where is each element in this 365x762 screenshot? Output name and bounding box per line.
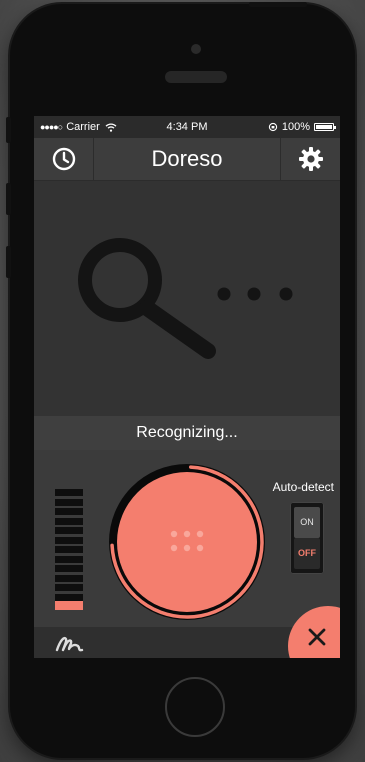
app-screen: ●●●●○ Carrier 4:34 PM 100% Doreso Recogn… (34, 116, 340, 658)
level-segment (55, 593, 83, 601)
history-button[interactable] (34, 138, 93, 180)
recognition-viewport (34, 181, 340, 416)
battery-icon (314, 123, 336, 131)
record-button[interactable] (102, 457, 272, 627)
orientation-lock-icon (268, 122, 278, 132)
gear-icon (298, 147, 323, 171)
earpiece-speaker (165, 71, 227, 83)
home-button[interactable] (165, 677, 225, 737)
power-button (249, 2, 307, 7)
audio-level-meter (55, 486, 83, 610)
control-panel: Auto-detect ON OFF (34, 450, 340, 627)
level-segment (55, 574, 83, 582)
recognition-status: Recognizing... (34, 416, 340, 450)
auto-detect-label: Auto-detect (272, 480, 334, 494)
clock-icon (52, 147, 75, 171)
volume-up-button (6, 183, 11, 215)
front-camera (191, 44, 201, 54)
level-segment (55, 508, 83, 515)
level-segment (55, 498, 83, 506)
loading-dot (279, 287, 293, 301)
level-segment (55, 546, 83, 553)
status-right: 100% (268, 121, 336, 133)
doreso-logo-icon (55, 636, 84, 652)
level-segment (55, 584, 83, 591)
level-segment (55, 527, 83, 534)
loading-dot (247, 287, 261, 301)
level-segment (55, 489, 83, 496)
level-segment (55, 555, 83, 563)
mute-switch (6, 117, 11, 143)
app-header: Doreso (34, 138, 340, 181)
level-segment (55, 565, 83, 572)
volume-down-button (6, 246, 11, 278)
battery-percent: 100% (281, 121, 310, 133)
app-title: Doreso (151, 146, 223, 171)
level-segment (55, 517, 83, 525)
switch-off-option[interactable]: OFF (294, 538, 320, 569)
auto-detect-switch[interactable]: ON OFF (290, 502, 324, 574)
magnifier-icon (78, 238, 293, 359)
switch-on-option[interactable]: ON (294, 507, 320, 538)
level-segment (55, 536, 83, 544)
close-icon[interactable] (305, 625, 329, 649)
level-segment (55, 600, 83, 610)
loading-dot (217, 287, 231, 301)
settings-button[interactable] (281, 138, 340, 180)
record-button-face (117, 472, 257, 612)
status-bar: ●●●●○ Carrier 4:34 PM 100% (34, 116, 340, 138)
